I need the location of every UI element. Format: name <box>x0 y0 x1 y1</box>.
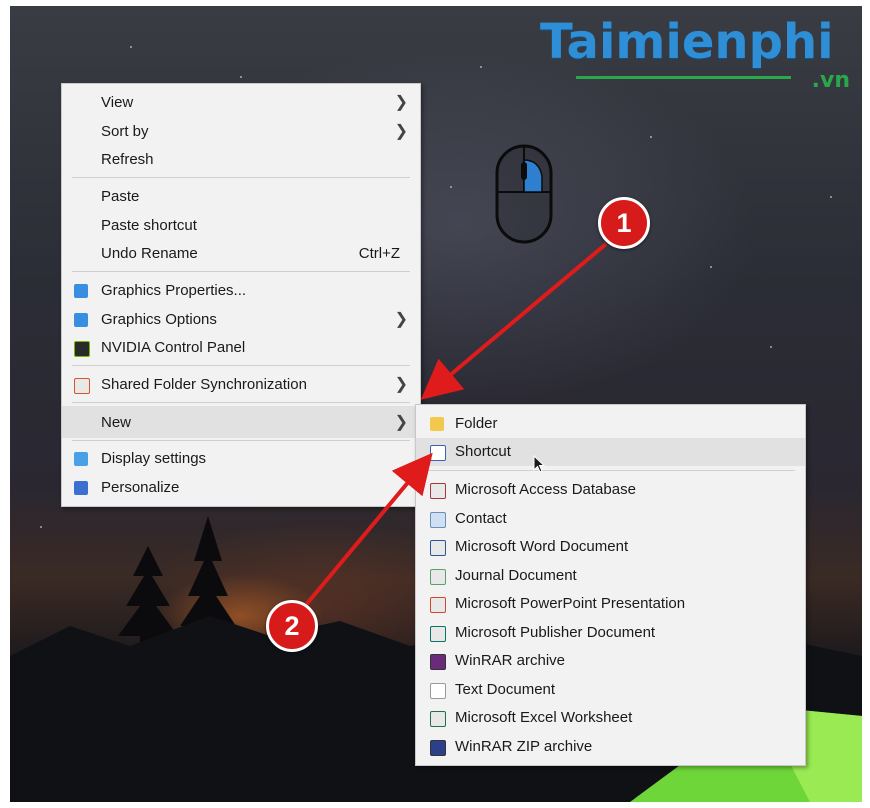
mouse-pointer-icon <box>533 455 546 473</box>
keyboard-shortcut: Ctrl+Z <box>358 245 400 262</box>
chevron-right-icon: ❯ <box>394 94 408 111</box>
watermark-logo: Taimienphi .vn <box>540 14 860 94</box>
menu-separator <box>72 402 410 403</box>
new-item-powerpoint-presentation[interactable]: Microsoft PowerPoint Presentation <box>416 590 805 618</box>
text-icon <box>430 683 446 699</box>
menu-item-label: Folder <box>455 415 498 432</box>
menu-item-label: Contact <box>455 510 507 527</box>
winrar-zip-icon <box>430 740 446 756</box>
menu-item-sort-by[interactable]: Sort by ❯ <box>62 118 420 146</box>
shortcut-icon <box>430 445 446 461</box>
new-item-access-database[interactable]: Microsoft Access Database <box>416 476 805 504</box>
menu-item-personalize[interactable]: Personalize <box>62 474 420 502</box>
powerpoint-icon <box>430 597 446 613</box>
new-item-excel-worksheet[interactable]: Microsoft Excel Worksheet <box>416 704 805 732</box>
menu-item-label: New <box>101 414 132 431</box>
menu-item-label: WinRAR archive <box>455 652 566 669</box>
new-item-publisher-document[interactable]: Microsoft Publisher Document <box>416 619 805 647</box>
menu-separator <box>72 440 410 441</box>
menu-item-label: Microsoft Access Database <box>455 481 636 498</box>
intel-graphics-icon <box>74 284 88 298</box>
menu-item-label: Shared Folder Synchronization <box>101 376 307 393</box>
menu-item-label: WinRAR ZIP archive <box>455 738 593 755</box>
menu-item-label: Microsoft Excel Worksheet <box>455 709 633 726</box>
callout-badge-1: 1 <box>598 197 650 249</box>
word-icon <box>430 540 446 556</box>
menu-item-label: Undo Rename <box>101 245 198 262</box>
new-item-shortcut[interactable]: Shortcut <box>416 438 805 466</box>
new-item-winrar-zip-archive[interactable]: WinRAR ZIP archive <box>416 733 805 761</box>
new-submenu: Folder Shortcut Microsoft Access Databas… <box>415 404 806 766</box>
menu-item-nvidia-control-panel[interactable]: NVIDIA Control Panel <box>62 334 420 362</box>
nvidia-icon <box>74 341 90 357</box>
new-item-text-document[interactable]: Text Document <box>416 676 805 704</box>
access-icon <box>430 483 446 499</box>
menu-separator <box>426 470 795 471</box>
menu-item-label: Paste shortcut <box>101 217 197 234</box>
folder-icon <box>430 417 444 431</box>
menu-separator <box>72 365 410 366</box>
sync-icon <box>74 378 90 394</box>
new-item-word-document[interactable]: Microsoft Word Document <box>416 533 805 561</box>
menu-item-label: Graphics Properties... <box>101 282 247 299</box>
menu-separator <box>72 271 410 272</box>
journal-icon <box>430 569 446 585</box>
new-item-folder[interactable]: Folder <box>416 410 805 438</box>
watermark-tld: .vn <box>811 68 850 93</box>
watermark-brand: Taimienphi <box>540 14 834 70</box>
menu-item-label: Microsoft Publisher Document <box>455 624 656 641</box>
menu-item-label: Microsoft Word Document <box>455 538 629 555</box>
menu-item-label: Graphics Options <box>101 311 217 328</box>
menu-item-label: View <box>101 94 134 111</box>
menu-separator <box>72 177 410 178</box>
menu-item-undo-rename[interactable]: Undo Rename Ctrl+Z <box>62 240 420 268</box>
new-item-contact[interactable]: Contact <box>416 505 805 533</box>
menu-item-label: Personalize <box>101 479 180 496</box>
new-item-journal-document[interactable]: Journal Document <box>416 562 805 590</box>
watermark-underline <box>576 76 791 79</box>
chevron-right-icon: ❯ <box>394 414 408 431</box>
menu-item-shared-folder-sync[interactable]: Shared Folder Synchronization ❯ <box>62 371 420 399</box>
chevron-right-icon: ❯ <box>394 311 408 328</box>
menu-item-graphics-properties[interactable]: Graphics Properties... <box>62 277 420 305</box>
winrar-icon <box>430 654 446 670</box>
menu-item-label: Display settings <box>101 450 207 467</box>
menu-item-label: NVIDIA Control Panel <box>101 339 246 356</box>
callout-badge-2: 2 <box>266 600 318 652</box>
publisher-icon <box>430 626 446 642</box>
menu-item-label: Refresh <box>101 151 154 168</box>
menu-item-new[interactable]: New ❯ <box>62 406 420 438</box>
menu-item-graphics-options[interactable]: Graphics Options ❯ <box>62 306 420 334</box>
menu-item-display-settings[interactable]: Display settings <box>62 445 420 473</box>
personalize-icon <box>74 481 88 495</box>
menu-item-label: Journal Document <box>455 567 577 584</box>
contact-icon <box>430 512 446 528</box>
menu-item-label: Shortcut <box>455 443 511 460</box>
chevron-right-icon: ❯ <box>394 123 408 140</box>
excel-icon <box>430 711 446 727</box>
menu-item-refresh[interactable]: Refresh <box>62 146 420 174</box>
menu-item-label: Text Document <box>455 681 556 698</box>
menu-item-label: Paste <box>101 188 140 205</box>
desktop-context-menu: View ❯ Sort by ❯ Refresh Paste Paste sho… <box>61 83 421 507</box>
intel-graphics-icon <box>74 313 88 327</box>
menu-item-label: Microsoft PowerPoint Presentation <box>455 595 686 612</box>
mouse-icon <box>495 144 553 244</box>
chevron-right-icon: ❯ <box>394 376 408 393</box>
display-icon <box>74 452 88 466</box>
menu-item-view[interactable]: View ❯ <box>62 89 420 117</box>
menu-item-label: Sort by <box>101 123 149 140</box>
menu-item-paste[interactable]: Paste <box>62 183 420 211</box>
menu-item-paste-shortcut[interactable]: Paste shortcut <box>62 212 420 240</box>
new-item-winrar-archive[interactable]: WinRAR archive <box>416 647 805 675</box>
